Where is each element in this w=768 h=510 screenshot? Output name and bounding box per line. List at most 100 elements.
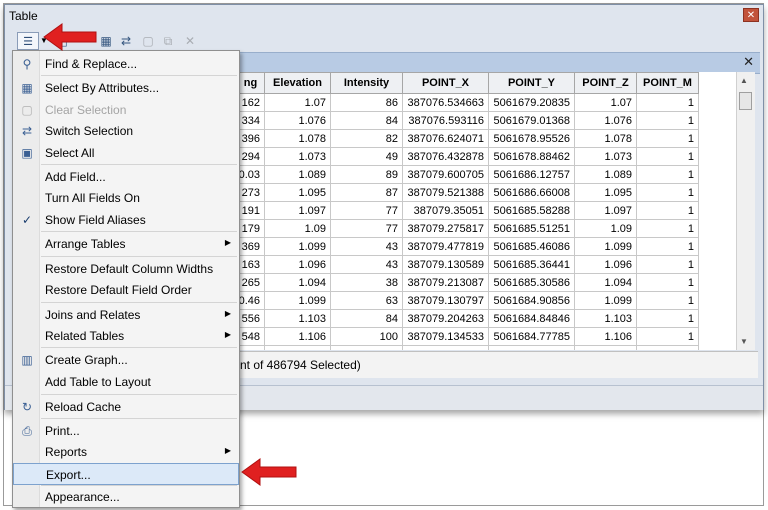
table-row[interactable]: 179 1.09 77 387079.275817 5061685.51251 1.09 1 xyxy=(236,219,699,238)
table-row[interactable]: 8571.109112387078.277685061683.284661.10… xyxy=(236,345,699,350)
table-row[interactable]: 0.03 1.089 89 387079.600705 5061686.12757 1.0… xyxy=(236,165,699,184)
table-cell: 1.078 xyxy=(574,129,637,148)
submenu-arrow-icon: ▶ xyxy=(224,238,231,247)
table-cell: 163 xyxy=(236,255,265,274)
menu-item-appearance[interactable]: Appearance... xyxy=(13,486,239,508)
table-cell: 1.078 xyxy=(264,129,331,148)
table-cell: 387079.275817 xyxy=(402,219,489,238)
reload-icon: ↻ xyxy=(21,400,33,414)
table-options-button[interactable]: ☰ xyxy=(17,32,39,50)
close-tab-icon[interactable]: ✕ xyxy=(743,54,754,70)
table-cell: 1.09 xyxy=(574,219,637,238)
table-cell: 387079.130797 xyxy=(402,291,489,310)
menu-item-create-graph[interactable]: ▥ Create Graph... xyxy=(13,349,239,371)
window-close-button[interactable]: ✕ xyxy=(743,8,759,22)
menu-item-add-table-to-layout[interactable]: Add Table to Layout xyxy=(13,371,239,393)
table-row[interactable]: 163 1.096 43 387079.130589 5061685.36441 1.09… xyxy=(236,255,699,274)
table-cell: 5061685.46086 xyxy=(488,237,575,256)
menu-item-print[interactable]: ⎙ Print... xyxy=(13,420,239,442)
menu-item-restore-default-column-widths[interactable]: Restore Default Column Widths xyxy=(13,258,239,280)
table-row[interactable]: 294 1.073 49 387076.432878 5061678.88462 1.07… xyxy=(236,147,699,166)
menu-item-label: Add Table to Layout xyxy=(45,375,151,389)
table-cell: 89 xyxy=(330,165,403,184)
table-row[interactable]: 369 1.099 43 387079.477819 5061685.46086 1.09… xyxy=(236,237,699,256)
table-cell: 1.07 xyxy=(264,93,331,112)
column-header[interactable]: POINT_Z xyxy=(574,72,637,94)
table-cell: 1 xyxy=(636,201,699,220)
table-cell: 5061684.77785 xyxy=(488,327,575,346)
vertical-scrollbar[interactable]: ▲ ▼ xyxy=(736,72,755,350)
table-cell: 387079.35051 xyxy=(402,201,489,220)
table-cell: 82 xyxy=(330,129,403,148)
table-cell: 1 xyxy=(636,345,699,350)
menu-item-joins-and-relates[interactable]: Joins and Relates ▶ xyxy=(13,304,239,326)
menu-item-label: Add Field... xyxy=(45,170,106,184)
menu-item-export[interactable]: Export... xyxy=(13,463,239,485)
table-cell: 5061686.66008 xyxy=(488,183,575,202)
table-cell: 1 xyxy=(636,129,699,148)
table-cell: 1.106 xyxy=(574,327,637,346)
menu-item-find-replace[interactable]: ⚲ Find & Replace... xyxy=(13,53,239,75)
table-cell: 5061685.36441 xyxy=(488,255,575,274)
table-cell: 1.097 xyxy=(264,201,331,220)
table-cell: 1 xyxy=(636,219,699,238)
table-row[interactable]: 396 1.078 82 387076.624071 5061678.95526 1.07… xyxy=(236,129,699,148)
menu-item-select-by-attributes[interactable]: ▦ Select By Attributes... xyxy=(13,77,239,99)
related-tables-icon[interactable]: ◧ xyxy=(53,32,71,50)
column-header[interactable]: Elevation xyxy=(264,72,331,94)
menu-item-restore-default-field-order[interactable]: Restore Default Field Order xyxy=(13,279,239,301)
scroll-down-icon[interactable]: ▼ xyxy=(740,337,748,346)
table-cell: 1.106 xyxy=(264,327,331,346)
menu-item-add-field[interactable]: Add Field... xyxy=(13,166,239,188)
menu-item-reports[interactable]: Reports ▶ xyxy=(13,441,239,463)
menu-item-show-field-aliases[interactable]: ✓ Show Field Aliases xyxy=(13,209,239,231)
delete-selected-icon[interactable]: ✕ xyxy=(181,32,199,50)
copy-selected-icon[interactable]: ⧉ xyxy=(159,32,177,50)
table-cell: 5061679.20835 xyxy=(488,93,575,112)
attribute-table: ng Elevation Intensity POINT_X POINT_Y POINT_… xyxy=(236,72,699,350)
scrollbar-thumb[interactable] xyxy=(739,92,752,110)
column-header[interactable]: Intensity xyxy=(330,72,403,94)
table-row[interactable]: 556 1.103 84 387079.204263 5061684.84846 1.10… xyxy=(236,309,699,328)
table-row[interactable]: 265 1.094 38 387079.213087 5061685.30586 1.09… xyxy=(236,273,699,292)
select-by-attributes-icon[interactable]: ▦ xyxy=(97,32,115,50)
table-cell: 1.099 xyxy=(574,291,637,310)
scroll-up-icon[interactable]: ▲ xyxy=(740,76,748,85)
table-row[interactable]: 273 1.095 87 387079.521388 5061686.66008 1.09… xyxy=(236,183,699,202)
column-header[interactable]: POINT_X xyxy=(402,72,489,94)
table-cell: 100 xyxy=(330,327,403,346)
clear-selection-icon[interactable]: ▢ xyxy=(139,32,157,50)
column-header[interactable]: ng xyxy=(236,72,265,94)
table-options-dropdown-arrow[interactable]: ▼ xyxy=(39,32,49,50)
table-cell: 387079.213087 xyxy=(402,273,489,292)
switch-selection-icon: ⇄ xyxy=(21,124,33,138)
table-cell: 294 xyxy=(236,147,265,166)
selection-count-text: nt of 486794 Selected) xyxy=(240,358,361,372)
table-cell: 63 xyxy=(330,291,403,310)
menu-item-label: Restore Default Field Order xyxy=(45,283,192,297)
table-cell: 77 xyxy=(330,219,403,238)
table-row[interactable]: 548 1.106 100 387079.134533 5061684.77785 1.1… xyxy=(236,327,699,346)
menu-item-switch-selection[interactable]: ⇄ Switch Selection xyxy=(13,120,239,142)
menu-item-turn-all-fields-on[interactable]: Turn All Fields On xyxy=(13,187,239,209)
table-row[interactable]: 334 1.076 84 387076.593116 5061679.01368 1.07… xyxy=(236,111,699,130)
window-titlebar: Table ✕ xyxy=(5,5,763,27)
table-cell: 1.097 xyxy=(574,201,637,220)
table-cell: 112 xyxy=(330,345,403,350)
attribute-table-grid[interactable]: ng Elevation Intensity POINT_X POINT_Y POINT_… xyxy=(236,72,736,350)
table-row[interactable]: 191 1.097 77 387079.35051 5061685.58288 1.097… xyxy=(236,201,699,220)
menu-item-related-tables[interactable]: Related Tables ▶ xyxy=(13,325,239,347)
table-row[interactable]: 162 1.07 86 387076.534663 5061679.20835 1.07 1 xyxy=(236,93,699,112)
column-header[interactable]: POINT_Y xyxy=(488,72,575,94)
table-cell: 179 xyxy=(236,219,265,238)
menu-item-reload-cache[interactable]: ↻ Reload Cache xyxy=(13,396,239,418)
switch-selection-icon[interactable]: ⇄ xyxy=(117,32,135,50)
column-header[interactable]: POINT_M xyxy=(636,72,699,94)
table-row[interactable]: 0.46 1.099 63 387079.130797 5061684.90856 1.0… xyxy=(236,291,699,310)
menu-separator xyxy=(41,231,237,232)
menu-item-label: Restore Default Column Widths xyxy=(45,262,214,276)
menu-item-clear-selection[interactable]: ▢ Clear Selection xyxy=(13,99,239,121)
table-cell: 1.109 xyxy=(264,345,331,350)
menu-item-select-all[interactable]: ▣ Select All xyxy=(13,142,239,164)
menu-item-arrange-tables[interactable]: Arrange Tables ▶ xyxy=(13,233,239,255)
